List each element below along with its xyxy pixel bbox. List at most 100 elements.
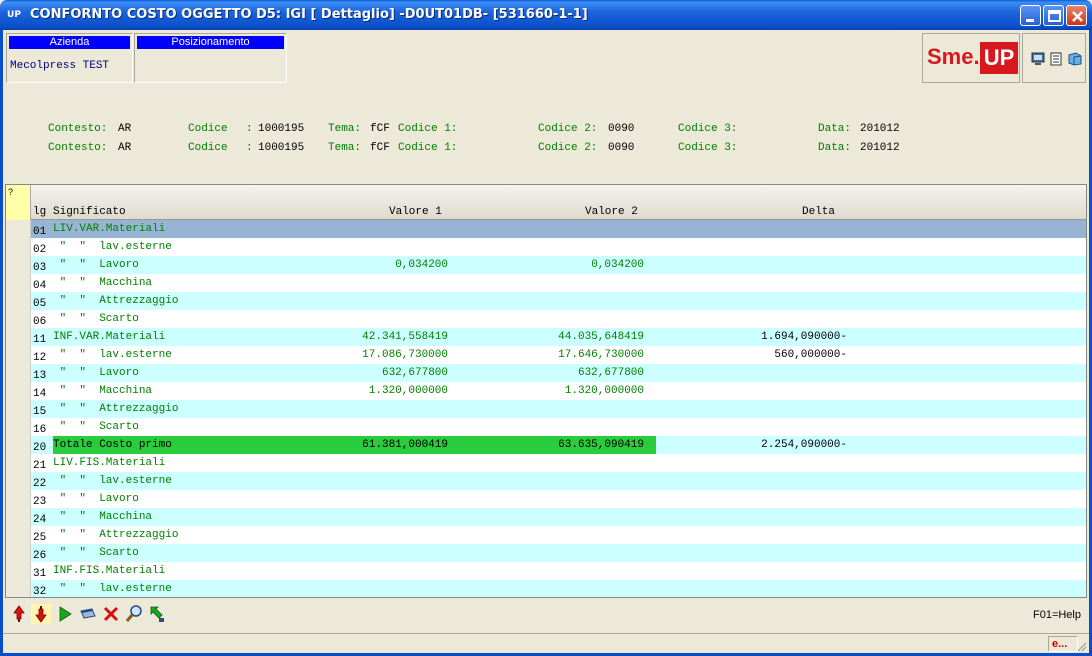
table-row[interactable]: 24 " " Macchina <box>31 508 1086 526</box>
grid-corner-help[interactable]: ? <box>6 185 31 220</box>
row-selector[interactable] <box>6 436 31 454</box>
codice-value: 1000195 <box>258 123 305 135</box>
search-icon[interactable] <box>124 604 144 624</box>
table-row[interactable]: 14 " " Macchina 1.320,000000 1.320,000000 <box>31 382 1086 400</box>
azienda-box[interactable]: Azienda Mecolpress TEST <box>6 33 133 83</box>
table-row[interactable]: 12 " " lav.esterne 17.086,730000 17.646,73… <box>31 346 1086 364</box>
column-header-significato[interactable]: Significato <box>53 206 126 218</box>
minimize-button[interactable] <box>1020 5 1041 26</box>
row-selector[interactable] <box>6 256 31 274</box>
row-level: 14 <box>33 388 47 400</box>
table-row[interactable]: 04 " " Macchina <box>31 274 1086 292</box>
codice2-label: Codice 2: <box>538 123 598 135</box>
contesto-label: Contesto: <box>48 142 108 154</box>
column-header-valore1[interactable]: Valore 1 <box>389 206 442 218</box>
status-indicator[interactable]: e... <box>1048 636 1078 652</box>
table-row[interactable]: 02 " " lav.esterne <box>31 238 1086 256</box>
table-row[interactable]: 03 " " Lavoro 0,034200 0,034200 <box>31 256 1086 274</box>
row-selector[interactable] <box>6 274 31 292</box>
row-selector[interactable] <box>6 346 31 364</box>
table-row[interactable]: 32 " " lav.esterne <box>31 580 1086 597</box>
data-value: 201012 <box>860 123 900 135</box>
row-level: 05 <box>33 298 47 310</box>
row-level: 01 <box>33 226 47 238</box>
play-icon[interactable] <box>55 604 75 624</box>
maximize-button[interactable] <box>1043 5 1064 26</box>
row-selector[interactable] <box>6 364 31 382</box>
cancel-icon[interactable] <box>101 604 121 624</box>
row-level: 26 <box>33 550 47 562</box>
table-row[interactable]: 05 " " Attrezzaggio <box>31 292 1086 310</box>
row-level: 04 <box>33 280 47 292</box>
row-significato: " " Macchina <box>53 385 153 397</box>
refresh-icon[interactable] <box>147 604 167 624</box>
tema-value: fCF <box>370 142 390 154</box>
table-row[interactable]: 20 Totale Costo primo 61.381,000419 63.635,… <box>31 436 1086 454</box>
row-selector[interactable] <box>6 400 31 418</box>
column-header-delta[interactable]: Delta <box>802 206 835 218</box>
row-valore2: 44.035,648419 <box>558 331 644 343</box>
maximize-icon <box>1048 10 1061 22</box>
row-significato: LIV.FIS.Materiali <box>53 457 166 469</box>
row-selector[interactable] <box>6 508 31 526</box>
row-valore1: 0,034200 <box>395 259 448 271</box>
table-row[interactable]: 06 " " Scarto <box>31 310 1086 328</box>
table-row[interactable]: 23 " " Lavoro <box>31 490 1086 508</box>
book-icon[interactable] <box>1067 52 1083 66</box>
table-row[interactable]: 25 " " Attrezzaggio <box>31 526 1086 544</box>
table-row[interactable]: 21 LIV.FIS.Materiali <box>31 454 1086 472</box>
table-row[interactable]: 26 " " Scarto <box>31 544 1086 562</box>
column-header-lv[interactable]: lg <box>33 206 46 218</box>
row-level: 12 <box>33 352 47 364</box>
context-panel: Contesto: AR Codice : 1000195 Tema: fCF … <box>0 84 1092 184</box>
header-tools <box>1022 33 1086 83</box>
resize-grip-icon[interactable] <box>1075 640 1087 652</box>
help-hint[interactable]: F01=Help <box>1033 609 1081 621</box>
close-button[interactable] <box>1066 5 1087 26</box>
table-row[interactable]: 15 " " Attrezzaggio <box>31 400 1086 418</box>
codice1-label: Codice 1: <box>398 142 458 154</box>
data-label: Data: <box>818 123 852 135</box>
row-significato: INF.VAR.Materiali <box>53 331 166 343</box>
document-icon[interactable] <box>1049 52 1063 66</box>
arrow-down-icon[interactable] <box>31 604 51 624</box>
row-selector[interactable] <box>6 526 31 544</box>
row-level: 03 <box>33 262 47 274</box>
contesto-value: AR <box>118 123 132 135</box>
window-icon[interactable] <box>78 604 98 624</box>
row-selector[interactable] <box>6 472 31 490</box>
row-selector[interactable] <box>6 580 31 597</box>
monitor-icon[interactable] <box>1031 52 1045 66</box>
table-row[interactable]: 16 " " Scarto <box>31 418 1086 436</box>
table-row[interactable]: 22 " " lav.esterne <box>31 472 1086 490</box>
row-selector[interactable] <box>6 220 31 238</box>
data-value: 201012 <box>860 142 900 154</box>
row-selector[interactable] <box>6 454 31 472</box>
arrow-up-icon[interactable] <box>9 604 29 624</box>
row-significato: " " Macchina <box>53 511 153 523</box>
cost-comparison-grid[interactable]: ? lg Significato Valore 1 Valore 2 Delta… <box>5 184 1087 598</box>
contesto-value: AR <box>118 142 132 154</box>
row-selector[interactable] <box>6 490 31 508</box>
posizionamento-box[interactable]: Posizionamento <box>134 33 287 83</box>
table-row[interactable]: 01 LIV.VAR.Materiali <box>31 220 1086 238</box>
table-row[interactable]: 31 INF.FIS.Materiali <box>31 562 1086 580</box>
row-delta: 560,000000- <box>774 349 847 361</box>
row-delta: 1.694,090000- <box>761 331 847 343</box>
row-valore1: 61.381,000419 <box>362 439 448 451</box>
row-delta: 2.254,090000- <box>761 439 847 451</box>
row-selector[interactable] <box>6 562 31 580</box>
row-selector[interactable] <box>6 418 31 436</box>
row-selector[interactable] <box>6 544 31 562</box>
codice-label: Codice <box>188 123 228 135</box>
column-header-valore2[interactable]: Valore 2 <box>585 206 638 218</box>
row-selector[interactable] <box>6 292 31 310</box>
row-selector[interactable] <box>6 382 31 400</box>
row-selector[interactable] <box>6 328 31 346</box>
row-selector[interactable] <box>6 238 31 256</box>
row-selector[interactable] <box>6 310 31 328</box>
row-significato: " " lav.esterne <box>53 475 172 487</box>
row-valore2: 0,034200 <box>591 259 644 271</box>
table-row[interactable]: 13 " " Lavoro 632,677800 632,677800 <box>31 364 1086 382</box>
table-row[interactable]: 11 INF.VAR.Materiali 42.341,558419 44.035,6… <box>31 328 1086 346</box>
